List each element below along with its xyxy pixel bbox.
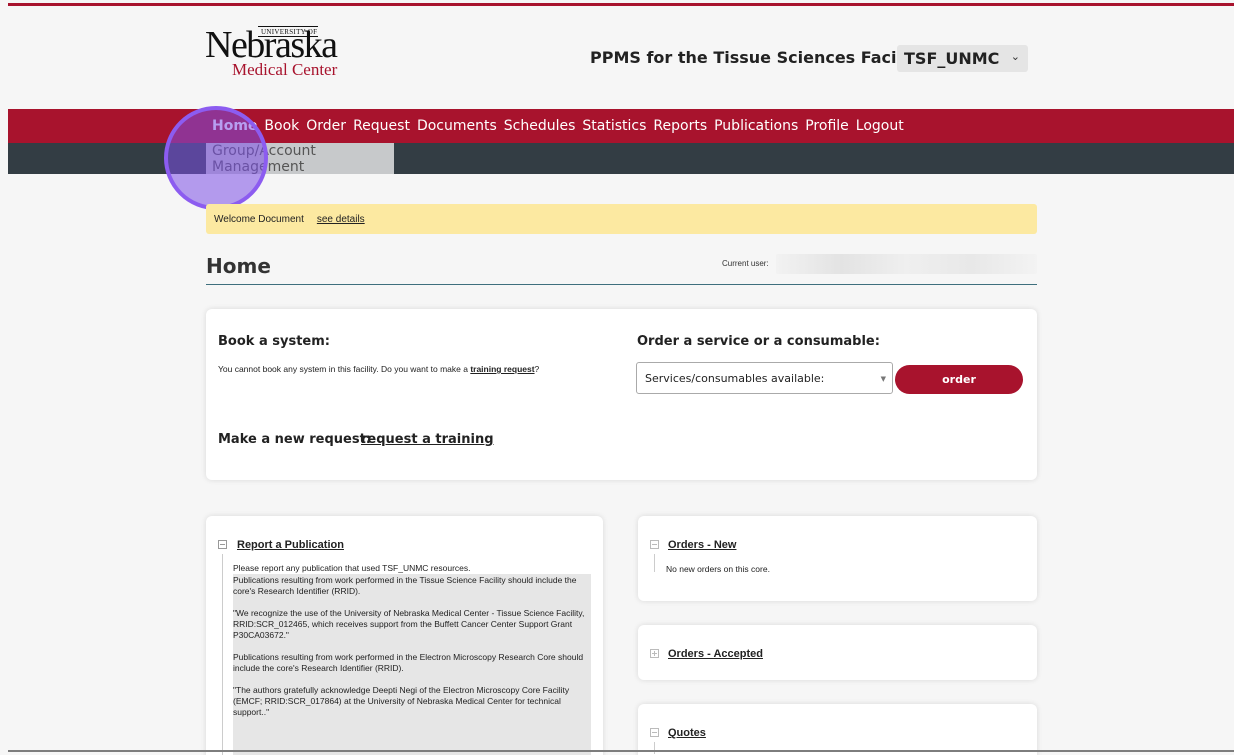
welcome-label: Welcome Document xyxy=(214,213,304,225)
click-indicator xyxy=(164,106,268,210)
nav-item-schedules[interactable]: Schedules xyxy=(504,118,576,134)
nav-item-request[interactable]: Request xyxy=(353,118,410,134)
logo-name: Nebraska xyxy=(205,24,338,66)
nav-item-publications[interactable]: Publications xyxy=(714,118,798,134)
services-select-value: Services/consumables available: xyxy=(645,371,825,385)
book-heading: Book a system: xyxy=(218,334,330,349)
order-button[interactable]: order xyxy=(895,365,1023,394)
publication-paragraph: Publications resulting from work perform… xyxy=(233,575,577,596)
main-nav-list: HomeBookOrderRequestDocumentsSchedulesSt… xyxy=(212,109,911,143)
publication-card: Report a Publication Please report any p… xyxy=(206,516,603,755)
see-details-link[interactable]: see details xyxy=(317,214,365,225)
nav-item-documents[interactable]: Documents xyxy=(417,118,497,134)
chevron-down-icon: ⌄ xyxy=(1010,51,1020,63)
book-text: You cannot book any system in this facil… xyxy=(218,364,539,374)
top-rule xyxy=(8,3,1234,6)
bottom-rule xyxy=(8,750,1234,752)
book-text-body: You cannot book any system in this facil… xyxy=(218,364,471,374)
tree-line xyxy=(222,554,223,755)
report-publication-link[interactable]: Report a Publication xyxy=(237,539,344,551)
facility-select[interactable]: TSF_UNMC ⌄ xyxy=(897,45,1028,72)
new-request-label: Make a new request: xyxy=(218,432,372,447)
tree-line xyxy=(654,742,655,754)
dropdown-arrow-icon: ▼ xyxy=(880,375,886,383)
nav-item-logout[interactable]: Logout xyxy=(856,118,904,134)
orders-new-link[interactable]: Orders - New xyxy=(668,539,736,551)
tree-line xyxy=(654,554,655,572)
collapse-icon[interactable] xyxy=(650,540,659,549)
current-user-label: Current user: xyxy=(722,259,769,268)
book-order-card: Book a system: You cannot book any syste… xyxy=(206,309,1037,480)
book-text-suffix: ? xyxy=(534,364,540,374)
request-training-link[interactable]: request a training xyxy=(361,432,494,447)
orders-new-card: Orders - New No new orders on this core. xyxy=(638,516,1037,601)
order-heading: Order a service or a consumable: xyxy=(637,334,880,349)
orders-new-empty-text: No new orders on this core. xyxy=(666,564,770,574)
publication-paragraph: "We recognize the use of the University … xyxy=(233,608,585,640)
nav-item-book[interactable]: Book xyxy=(264,118,299,134)
orders-accepted-card: Orders - Accepted xyxy=(638,625,1037,680)
title-divider xyxy=(206,284,1037,285)
publication-intro: Please report any publication that used … xyxy=(233,563,471,573)
orders-accepted-link[interactable]: Orders - Accepted xyxy=(668,648,763,660)
nav-item-statistics[interactable]: Statistics xyxy=(582,118,646,134)
facility-select-value: TSF_UNMC xyxy=(904,49,1000,68)
nav-item-order[interactable]: Order xyxy=(306,118,346,134)
nav-item-profile[interactable]: Profile xyxy=(805,118,849,134)
quotes-card: Quotes xyxy=(638,704,1037,755)
nav-item-reports[interactable]: Reports xyxy=(653,118,707,134)
page-title: Home xyxy=(206,254,271,278)
collapse-icon[interactable] xyxy=(650,728,659,737)
facility-title: PPMS for the Tissue Sciences Facility - xyxy=(590,48,938,67)
publication-paragraph: Publications resulting from work perform… xyxy=(233,652,584,673)
expand-icon[interactable] xyxy=(650,649,659,658)
welcome-banner: Welcome Document see details xyxy=(206,204,1037,234)
training-request-link[interactable]: training request xyxy=(470,364,534,374)
publication-paragraph: "The authors gratefully acknowledge Deep… xyxy=(233,685,570,717)
logo-subtitle: Medical Center xyxy=(232,60,338,79)
publication-guidelines: Publications resulting from work perform… xyxy=(233,574,591,755)
unmc-logo[interactable]: UNIVERSITY OF Nebraska Medical Center xyxy=(205,24,340,82)
quotes-link[interactable]: Quotes xyxy=(668,727,706,739)
collapse-icon[interactable] xyxy=(218,540,227,549)
services-select[interactable]: Services/consumables available: ▼ xyxy=(636,362,893,394)
current-user-redacted xyxy=(776,254,1037,274)
